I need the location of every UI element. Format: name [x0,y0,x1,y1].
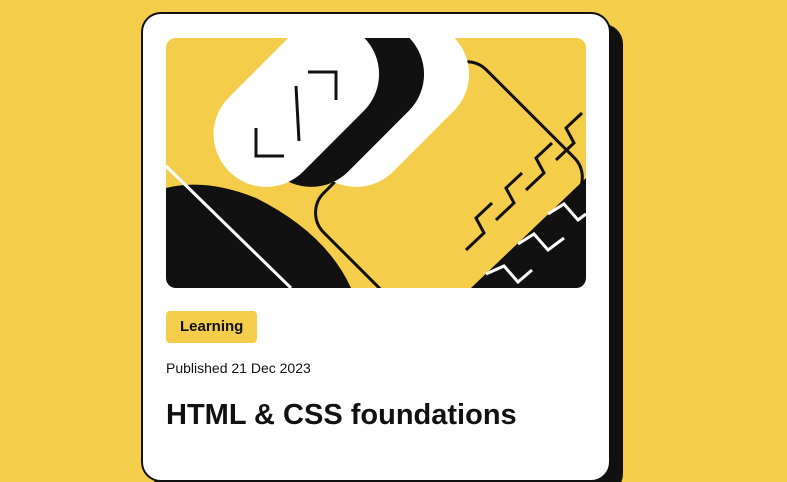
published-date: Published 21 Dec 2023 [166,360,311,376]
category-badge[interactable]: Learning [166,311,258,343]
card-illustration [166,38,586,288]
blog-preview-card: Learning Published 21 Dec 2023 HTML & CS… [141,12,611,482]
card-title[interactable]: HTML & CSS foundations [166,399,517,432]
code-illustration-icon [166,38,586,288]
